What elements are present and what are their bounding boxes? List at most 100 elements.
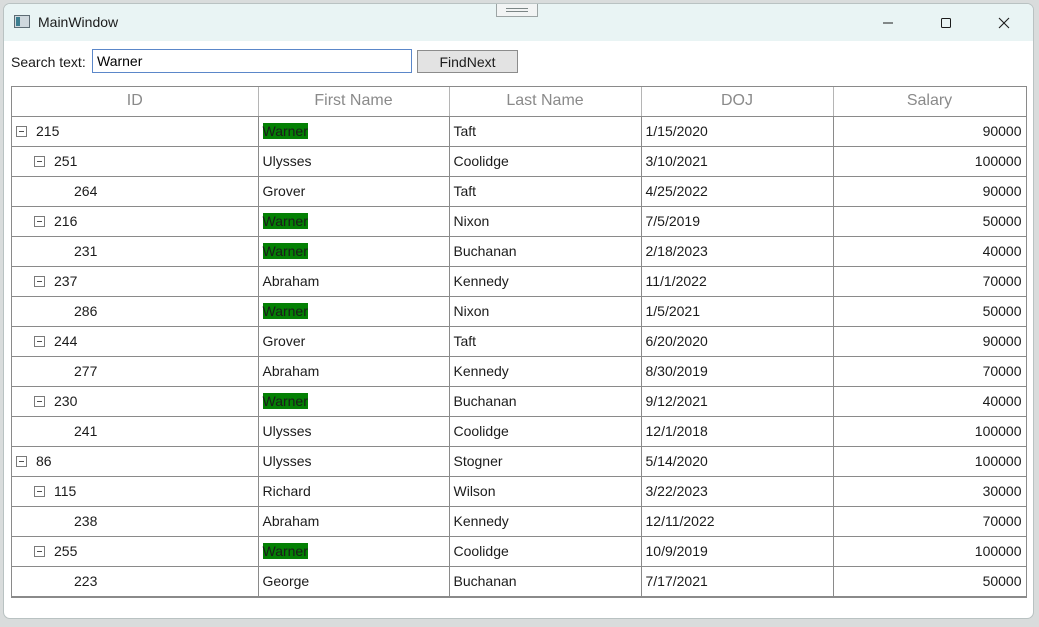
cell-doj[interactable]: 6/20/2020 <box>641 326 834 357</box>
cell-last-name[interactable]: Kennedy <box>449 356 642 387</box>
table-row[interactable]: 286 Warner Nixon 1/5/2021 50000 <box>12 296 1026 327</box>
cell-last-name[interactable]: Taft <box>449 116 642 147</box>
table-row[interactable]: 255 Warner Coolidge 10/9/2019 100000 <box>12 536 1026 567</box>
cell-id[interactable]: 241 <box>12 416 259 447</box>
cell-doj[interactable]: 1/5/2021 <box>641 296 834 327</box>
cell-id[interactable]: 223 <box>12 566 259 597</box>
cell-last-name[interactable]: Kennedy <box>449 506 642 537</box>
cell-salary[interactable]: 50000 <box>833 566 1026 597</box>
cell-last-name[interactable]: Nixon <box>449 206 642 237</box>
cell-id[interactable]: 286 <box>12 296 259 327</box>
table-row[interactable]: 231 Warner Buchanan 2/18/2023 40000 <box>12 236 1026 267</box>
cell-doj[interactable]: 9/12/2021 <box>641 386 834 417</box>
cell-last-name[interactable]: Buchanan <box>449 386 642 417</box>
cell-first-name[interactable]: Richard <box>258 476 450 507</box>
cell-last-name[interactable]: Coolidge <box>449 536 642 567</box>
cell-doj[interactable]: 12/11/2022 <box>641 506 834 537</box>
cell-id[interactable]: 230 <box>12 386 259 417</box>
cell-last-name[interactable]: Buchanan <box>449 236 642 267</box>
cell-first-name[interactable]: Abraham <box>258 266 450 297</box>
cell-last-name[interactable]: Nixon <box>449 296 642 327</box>
cell-last-name[interactable]: Coolidge <box>449 416 642 447</box>
collapse-toggle-icon[interactable] <box>16 125 27 137</box>
column-header-last-name[interactable]: Last Name <box>449 87 642 117</box>
collapse-toggle-icon[interactable] <box>34 545 45 557</box>
table-row[interactable]: 216 Warner Nixon 7/5/2019 50000 <box>12 206 1026 237</box>
cell-id[interactable]: 264 <box>12 176 259 207</box>
cell-first-name[interactable]: Ulysses <box>258 146 450 177</box>
cell-id[interactable]: 231 <box>12 236 259 267</box>
cell-id[interactable]: 238 <box>12 506 259 537</box>
collapse-toggle-icon[interactable] <box>34 395 45 407</box>
cell-salary[interactable]: 70000 <box>833 506 1026 537</box>
table-row[interactable]: 241 Ulysses Coolidge 12/1/2018 100000 <box>12 416 1026 447</box>
cell-first-name[interactable]: Warner <box>258 116 450 147</box>
cell-last-name[interactable]: Taft <box>449 326 642 357</box>
table-row[interactable]: 244 Grover Taft 6/20/2020 90000 <box>12 326 1026 357</box>
cell-first-name[interactable]: Abraham <box>258 506 450 537</box>
cell-doj[interactable]: 7/17/2021 <box>641 566 834 597</box>
cell-doj[interactable]: 3/10/2021 <box>641 146 834 177</box>
cell-salary[interactable]: 90000 <box>833 176 1026 207</box>
cell-doj[interactable]: 4/25/2022 <box>641 176 834 207</box>
table-row[interactable]: 238 Abraham Kennedy 12/11/2022 70000 <box>12 506 1026 537</box>
cell-last-name[interactable]: Taft <box>449 176 642 207</box>
column-header-id[interactable]: ID <box>12 87 259 117</box>
table-row[interactable]: 264 Grover Taft 4/25/2022 90000 <box>12 176 1026 207</box>
find-next-button[interactable]: FindNext <box>417 50 518 73</box>
maximize-button[interactable] <box>917 4 975 41</box>
cell-doj[interactable]: 8/30/2019 <box>641 356 834 387</box>
cell-salary[interactable]: 90000 <box>833 116 1026 147</box>
cell-last-name[interactable]: Stogner <box>449 446 642 477</box>
collapse-toggle-icon[interactable] <box>34 335 45 347</box>
table-row[interactable]: 237 Abraham Kennedy 11/1/2022 70000 <box>12 266 1026 297</box>
table-row[interactable]: 115 Richard Wilson 3/22/2023 30000 <box>12 476 1026 507</box>
cell-id[interactable]: 251 <box>12 146 259 177</box>
cell-id[interactable]: 255 <box>12 536 259 567</box>
cell-salary[interactable]: 50000 <box>833 206 1026 237</box>
cell-last-name[interactable]: Kennedy <box>449 266 642 297</box>
cell-first-name[interactable]: Grover <box>258 176 450 207</box>
cell-doj[interactable]: 10/9/2019 <box>641 536 834 567</box>
cell-doj[interactable]: 11/1/2022 <box>641 266 834 297</box>
cell-id[interactable]: 244 <box>12 326 259 357</box>
cell-doj[interactable]: 12/1/2018 <box>641 416 834 447</box>
cell-last-name[interactable]: Wilson <box>449 476 642 507</box>
cell-id[interactable]: 215 <box>12 116 259 147</box>
cell-id[interactable]: 86 <box>12 446 259 477</box>
cell-doj[interactable]: 7/5/2019 <box>641 206 834 237</box>
cell-doj[interactable]: 5/14/2020 <box>641 446 834 477</box>
cell-id[interactable]: 237 <box>12 266 259 297</box>
table-row[interactable]: 230 Warner Buchanan 9/12/2021 40000 <box>12 386 1026 417</box>
collapse-toggle-icon[interactable] <box>34 275 45 287</box>
collapse-toggle-icon[interactable] <box>16 455 27 467</box>
cell-id[interactable]: 277 <box>12 356 259 387</box>
cell-first-name[interactable]: Abraham <box>258 356 450 387</box>
table-row[interactable]: 277 Abraham Kennedy 8/30/2019 70000 <box>12 356 1026 387</box>
cell-id[interactable]: 115 <box>12 476 259 507</box>
table-row[interactable]: 251 Ulysses Coolidge 3/10/2021 100000 <box>12 146 1026 177</box>
cell-last-name[interactable]: Coolidge <box>449 146 642 177</box>
column-header-salary[interactable]: Salary <box>833 87 1026 117</box>
cell-salary[interactable]: 40000 <box>833 386 1026 417</box>
column-header-first-name[interactable]: First Name <box>258 87 450 117</box>
cell-first-name[interactable]: Warner <box>258 236 450 267</box>
tree-grid[interactable]: ID First Name Last Name DOJ Salary 215 Wa… <box>11 86 1027 598</box>
cell-first-name[interactable]: George <box>258 566 450 597</box>
cell-first-name[interactable]: Ulysses <box>258 446 450 477</box>
table-row[interactable]: 223 George Buchanan 7/17/2021 50000 <box>12 566 1026 597</box>
cell-doj[interactable]: 2/18/2023 <box>641 236 834 267</box>
cell-salary[interactable]: 70000 <box>833 356 1026 387</box>
drag-handle[interactable] <box>496 4 538 17</box>
cell-salary[interactable]: 100000 <box>833 416 1026 447</box>
cell-doj[interactable]: 1/15/2020 <box>641 116 834 147</box>
cell-first-name[interactable]: Warner <box>258 386 450 417</box>
cell-salary[interactable]: 70000 <box>833 266 1026 297</box>
cell-id[interactable]: 216 <box>12 206 259 237</box>
cell-last-name[interactable]: Buchanan <box>449 566 642 597</box>
cell-salary[interactable]: 100000 <box>833 446 1026 477</box>
title-bar[interactable]: MainWindow <box>4 4 1033 41</box>
search-input[interactable] <box>92 49 412 73</box>
table-row[interactable]: 215 Warner Taft 1/15/2020 90000 <box>12 116 1026 147</box>
column-header-doj[interactable]: DOJ <box>641 87 834 117</box>
